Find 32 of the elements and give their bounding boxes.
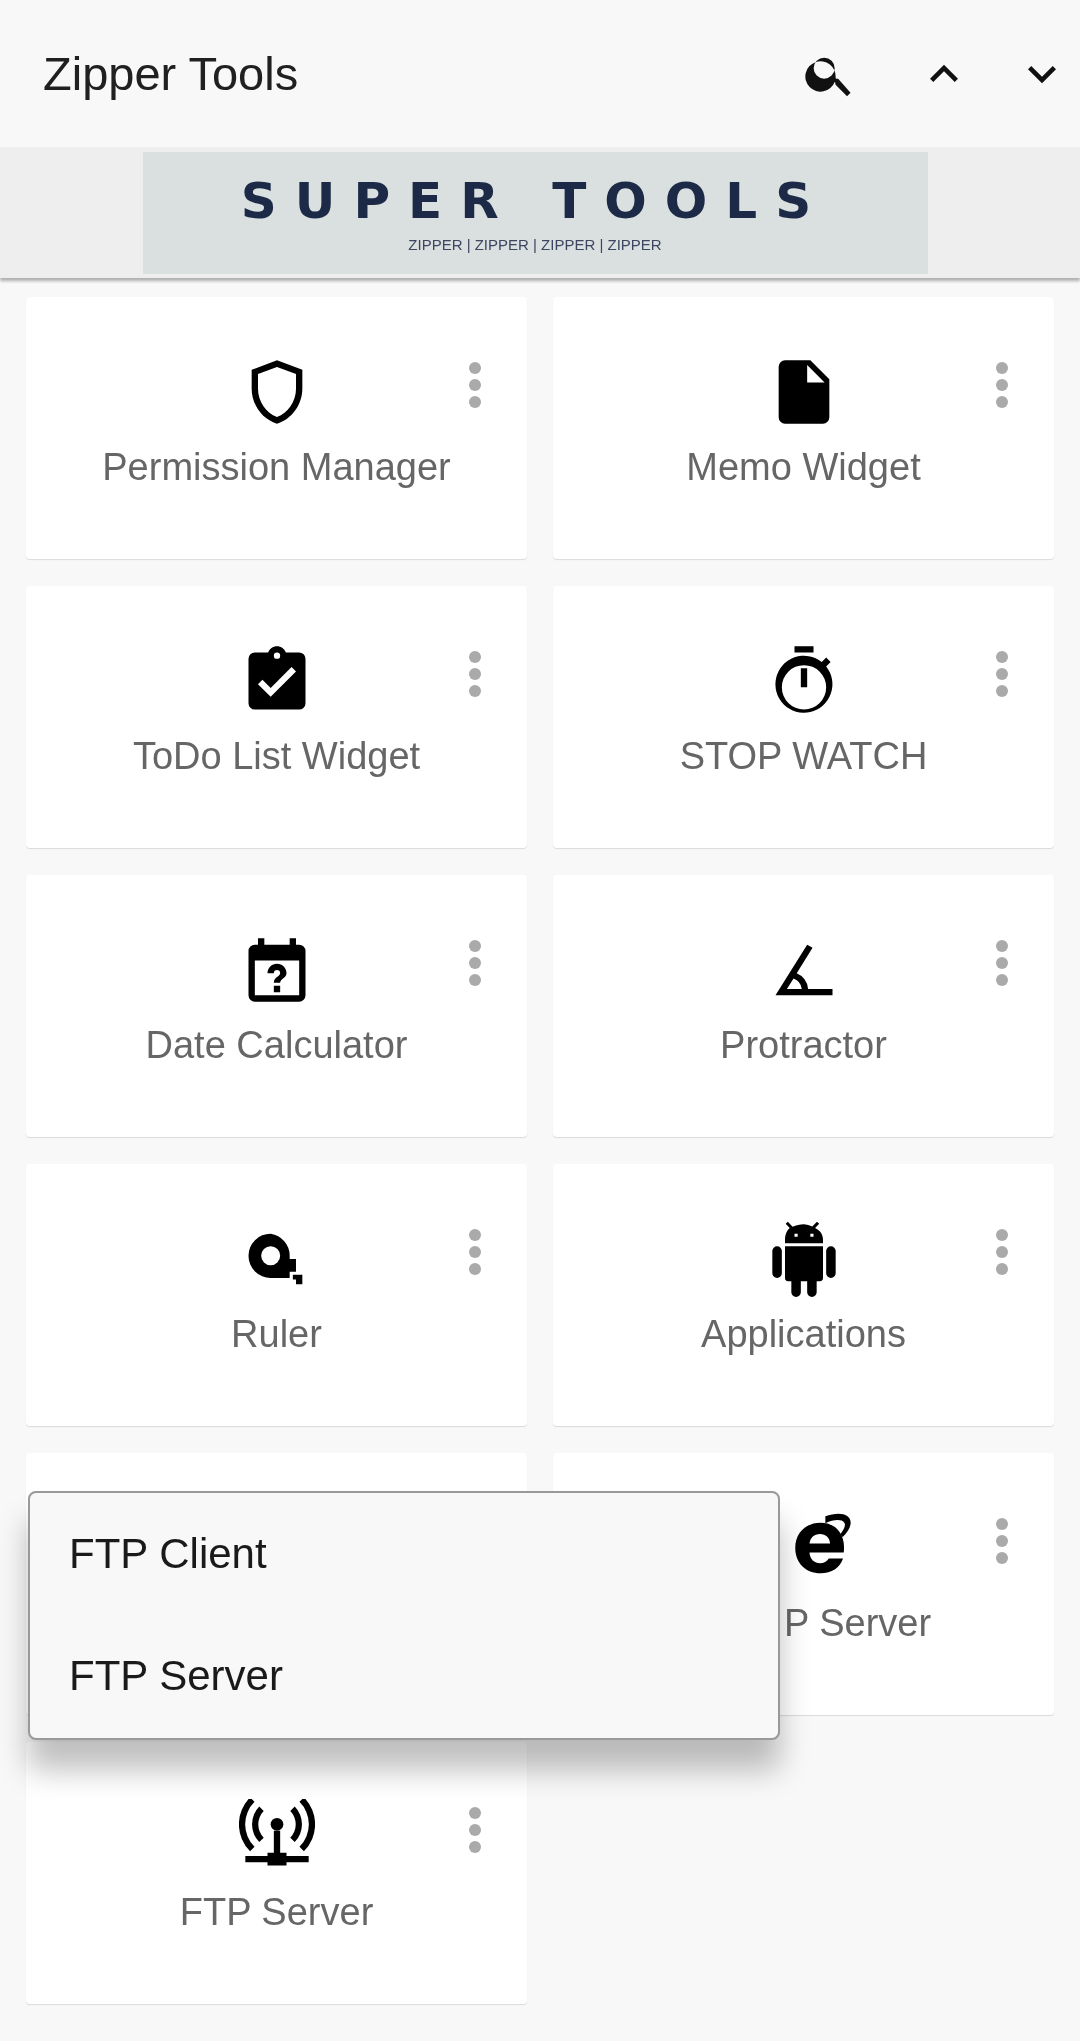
tool-card[interactable]: Permission Manager bbox=[26, 297, 527, 559]
more-options-icon[interactable] bbox=[469, 1807, 481, 1853]
tool-label: Ruler bbox=[231, 1313, 322, 1356]
tool-label: Applications bbox=[701, 1313, 906, 1356]
tool-label: Protractor bbox=[720, 1024, 887, 1067]
tool-label: ToDo List Widget bbox=[132, 735, 421, 778]
more-options-icon[interactable] bbox=[469, 940, 481, 986]
tool-card[interactable]: Ruler bbox=[26, 1164, 527, 1426]
banner-title: SUPER TOOLS bbox=[240, 172, 830, 230]
more-options-icon[interactable] bbox=[469, 1229, 481, 1275]
tool-card[interactable]: Date Calculator bbox=[26, 875, 527, 1137]
tool-label: STOP WATCH bbox=[679, 735, 928, 778]
more-options-icon[interactable] bbox=[469, 362, 481, 408]
more-options-icon[interactable] bbox=[996, 651, 1008, 697]
banner-subtitle: ZIPPER | ZIPPER | ZIPPER | ZIPPER bbox=[408, 236, 662, 253]
tool-label: FTP Server bbox=[179, 1891, 374, 1934]
tool-card[interactable]: Protractor bbox=[553, 875, 1054, 1137]
more-options-icon[interactable] bbox=[996, 362, 1008, 408]
more-options-icon[interactable] bbox=[996, 1229, 1008, 1275]
more-options-icon[interactable] bbox=[469, 651, 481, 697]
tool-label: P Server bbox=[784, 1602, 932, 1645]
tool-card[interactable]: STOP WATCH bbox=[553, 586, 1054, 848]
app-title: Zipper Tools bbox=[43, 46, 300, 101]
tool-label: Memo Widget bbox=[686, 446, 921, 489]
tool-label: Date Calculator bbox=[145, 1024, 408, 1067]
tool-label: Permission Manager bbox=[102, 446, 451, 489]
tool-card[interactable]: FTP Server bbox=[26, 1742, 527, 2004]
more-options-icon[interactable] bbox=[996, 1518, 1008, 1564]
tool-card[interactable]: Memo Widget bbox=[553, 297, 1054, 559]
more-options-icon[interactable] bbox=[996, 940, 1008, 986]
tool-card[interactable]: ToDo List Widget bbox=[26, 586, 527, 848]
tool-card[interactable]: Applications bbox=[553, 1164, 1054, 1426]
